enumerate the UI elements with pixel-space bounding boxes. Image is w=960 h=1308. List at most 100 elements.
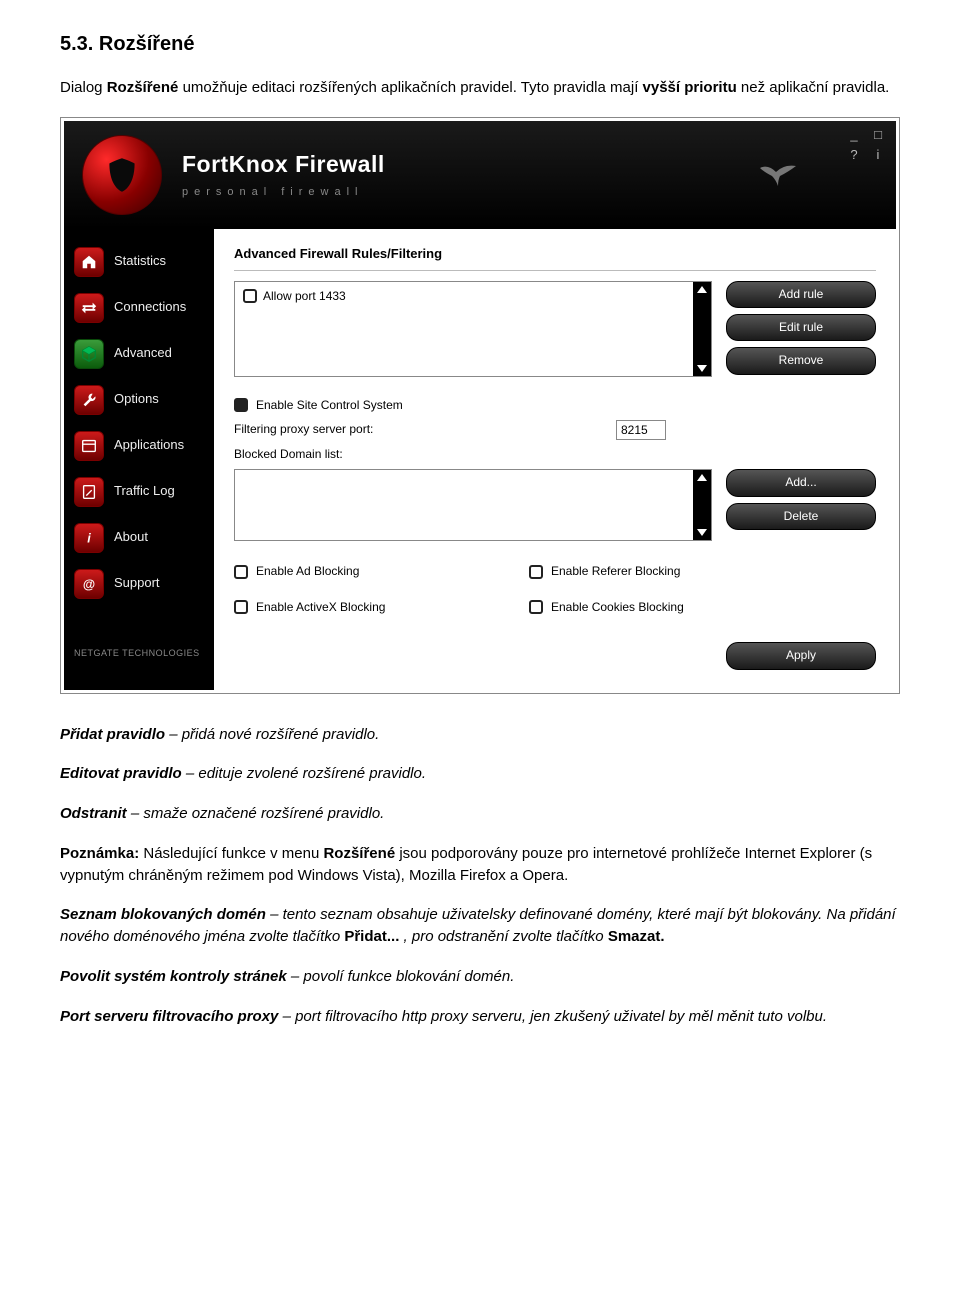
note-label: Poznámka: xyxy=(60,845,139,862)
blocked-domain-label: Blocked Domain list: xyxy=(234,446,343,463)
intro-bold-2: vyšší prioritu xyxy=(643,79,737,96)
rule-list-item[interactable]: Allow port 1433 xyxy=(239,286,689,307)
sidebar-item-applications[interactable]: Applications xyxy=(64,423,214,469)
note-paragraph: Poznámka: Následující funkce v menu Rozš… xyxy=(60,843,900,887)
add-rule-paragraph: Přidat pravidlo – přidá nové rozšířené p… xyxy=(60,724,900,746)
remove-rule-label: Odstranit xyxy=(60,805,127,822)
checkbox-icon[interactable] xyxy=(243,289,257,303)
window-help-row: ? i xyxy=(846,149,886,163)
domain-section: Add... Delete xyxy=(234,469,876,541)
help-button[interactable]: ? xyxy=(846,149,862,163)
edit-rule-label: Editovat pravidlo xyxy=(60,765,182,782)
scroll-down-icon[interactable] xyxy=(697,529,707,536)
referer-blocking-label: Enable Referer Blocking xyxy=(551,563,680,580)
sidebar-item-support[interactable]: @ Support xyxy=(64,561,214,607)
app-body: Statistics Connections Advanced xyxy=(64,229,896,690)
add-rule-button[interactable]: Add rule xyxy=(726,281,876,308)
svg-text:@: @ xyxy=(83,577,95,591)
app-logo-icon xyxy=(82,135,162,215)
scrollbar[interactable] xyxy=(693,470,711,540)
sidebar-item-label: Options xyxy=(114,390,159,409)
app-window: FortKnox Firewall personal firewall _ □ … xyxy=(64,121,896,690)
content-panel: Advanced Firewall Rules/Filtering Allow … xyxy=(214,229,896,690)
apply-button[interactable]: Apply xyxy=(726,642,876,669)
sidebar-item-label: Connections xyxy=(114,298,186,317)
rule-buttons: Add rule Edit rule Remove xyxy=(726,281,876,375)
enable-site-control-paragraph: Povolit systém kontroly stránek – povolí… xyxy=(60,966,900,988)
scroll-down-icon[interactable] xyxy=(697,365,707,372)
proxy-port-paragraph: Port serveru filtrovacího proxy – port f… xyxy=(60,1006,900,1028)
sidebar-item-traffic-log[interactable]: Traffic Log xyxy=(64,469,214,515)
sidebar-item-statistics[interactable]: Statistics xyxy=(64,239,214,285)
scroll-thumb[interactable] xyxy=(693,481,711,529)
checkbox-icon[interactable] xyxy=(529,565,543,579)
vendor-label: NETGATE TECHNOLOGIES xyxy=(64,627,214,670)
blocked-domain-label-row: Blocked Domain list: xyxy=(234,446,876,463)
window-controls: _ □ xyxy=(846,129,886,143)
minimize-button[interactable]: _ xyxy=(846,129,862,143)
rule-item-label: Allow port 1433 xyxy=(263,288,346,305)
edit-rule-button[interactable]: Edit rule xyxy=(726,314,876,341)
domain-buttons: Add... Delete xyxy=(726,469,876,530)
intro-paragraph: Dialog Rozšířené umožňuje editaci rozšíř… xyxy=(60,77,900,99)
proxy-port-input[interactable] xyxy=(616,420,666,440)
rules-section: Allow port 1433 Add rule Edit rule Remov… xyxy=(234,281,876,377)
info-button[interactable]: i xyxy=(870,149,886,163)
intro-text-3: než aplikační pravidla. xyxy=(741,79,889,96)
sidebar-item-label: Applications xyxy=(114,436,184,455)
sidebar-item-label: Statistics xyxy=(114,252,166,271)
rules-listbox[interactable]: Allow port 1433 xyxy=(234,281,712,377)
delete-domain-button[interactable]: Delete xyxy=(726,503,876,530)
edit-rule-text: – edituje zvolené rozšírené pravidlo. xyxy=(186,765,426,782)
checkbox-icon[interactable] xyxy=(529,600,543,614)
scrollbar[interactable] xyxy=(693,282,711,376)
enable-site-control-label: Enable Site Control System xyxy=(256,397,403,414)
maximize-button[interactable]: □ xyxy=(870,129,886,143)
intro-strong: Rozšířené xyxy=(107,79,179,96)
note-strong: Rozšířené xyxy=(323,845,395,862)
remove-rule-button[interactable]: Remove xyxy=(726,347,876,374)
apply-row: Apply xyxy=(234,642,876,669)
section-heading: 5.3. Rozšířené xyxy=(60,30,900,59)
info-icon: i xyxy=(74,523,104,553)
blocked-domains-label: Seznam blokovaných domén xyxy=(60,906,266,923)
domain-list-inner xyxy=(235,470,693,540)
scroll-up-icon[interactable] xyxy=(697,286,707,293)
sidebar-item-options[interactable]: Options xyxy=(64,377,214,423)
referer-blocking-row: Enable Referer Blocking xyxy=(529,563,794,580)
scroll-up-icon[interactable] xyxy=(697,474,707,481)
scroll-thumb[interactable] xyxy=(693,293,711,365)
connections-icon xyxy=(74,293,104,323)
sidebar-item-connections[interactable]: Connections xyxy=(64,285,214,331)
checkbox-icon[interactable] xyxy=(234,565,248,579)
add-domain-button[interactable]: Add... xyxy=(726,469,876,496)
remove-rule-paragraph: Odstranit – smaže označené rozšírené pra… xyxy=(60,803,900,825)
domain-listbox[interactable] xyxy=(234,469,712,541)
checkbox-icon[interactable] xyxy=(234,600,248,614)
cookies-blocking-row: Enable Cookies Blocking xyxy=(529,599,794,616)
add-rule-label: Přidat pravidlo xyxy=(60,726,165,743)
cube-icon xyxy=(74,339,104,369)
intro-text-2: umožňuje editaci rozšířených aplikačních… xyxy=(183,79,643,96)
ad-blocking-label: Enable Ad Blocking xyxy=(256,563,359,580)
sidebar-item-label: About xyxy=(114,528,148,547)
note-text-1: Následující funkce v menu xyxy=(143,845,323,862)
window-icon xyxy=(74,431,104,461)
decorative-bird-icon xyxy=(758,162,798,188)
proxy-port-doc-text: – port filtrovacího http proxy serveru, … xyxy=(283,1008,827,1025)
proxy-port-row: Filtering proxy server port: xyxy=(234,420,876,440)
blocked-domains-btn1: Přidat... xyxy=(344,928,399,945)
sidebar-item-label: Traffic Log xyxy=(114,482,175,501)
rules-list-inner: Allow port 1433 xyxy=(235,282,693,376)
screenshot-frame: FortKnox Firewall personal firewall _ □ … xyxy=(60,117,900,694)
sidebar-item-label: Support xyxy=(114,574,160,593)
blocked-domains-text-2: , pro odstranění zvolte tlačítko xyxy=(404,928,608,945)
sidebar-item-about[interactable]: i About xyxy=(64,515,214,561)
sidebar-item-advanced[interactable]: Advanced xyxy=(64,331,214,377)
proxy-port-label: Filtering proxy server port: xyxy=(234,421,373,438)
site-control-row: Enable Site Control System xyxy=(234,397,876,414)
proxy-port-doc-label: Port serveru filtrovacího proxy xyxy=(60,1008,278,1025)
activex-blocking-row: Enable ActiveX Blocking xyxy=(234,599,499,616)
blocked-domains-btn2: Smazat. xyxy=(608,928,665,945)
checkbox-icon[interactable] xyxy=(234,398,248,412)
